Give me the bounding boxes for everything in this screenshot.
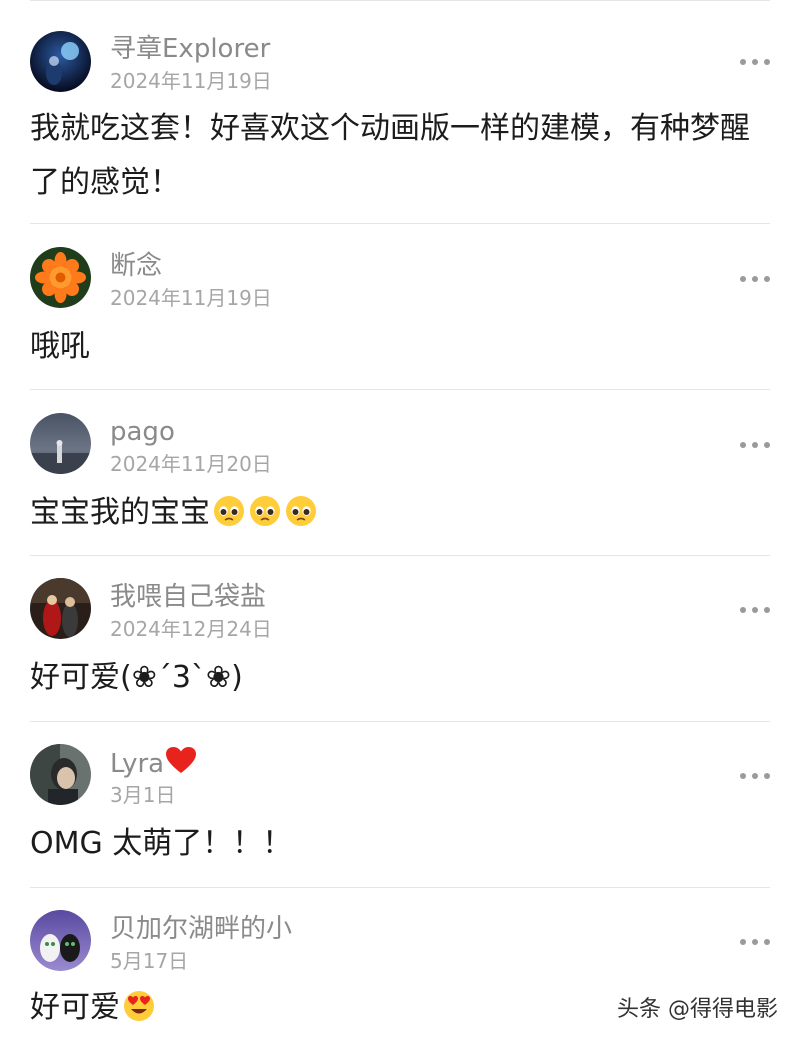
username[interactable]: pago — [110, 416, 175, 448]
comment-date: 2024年12月24日 — [110, 617, 272, 641]
username[interactable]: 寻章Explorer — [110, 33, 270, 65]
username[interactable]: 贝加尔湖畔的小 — [110, 913, 292, 945]
username[interactable]: Lyra — [110, 747, 197, 780]
avatar-image — [30, 910, 91, 971]
avatar[interactable] — [30, 31, 91, 92]
comment-date: 3月1日 — [110, 783, 176, 807]
avatar[interactable] — [30, 578, 91, 639]
comment-text: 宝宝我的宝宝 — [30, 486, 750, 540]
username-text: Lyra — [110, 749, 165, 779]
comment-date: 2024年11月20日 — [110, 452, 272, 476]
watermark: 头条 @得得电影 — [611, 989, 784, 1025]
comment-text: OMG 太萌了！！！ — [30, 826, 293, 861]
comment-text: 哦吼 — [30, 329, 90, 364]
more-options-icon[interactable] — [740, 769, 770, 783]
comment-date: 2024年11月19日 — [110, 69, 272, 93]
avatar-image — [30, 578, 91, 639]
comment-text-content: 宝宝我的宝宝 — [30, 495, 210, 530]
comment-item: 断念 2024年11月19日 哦吼 — [0, 224, 800, 390]
username[interactable]: 我喂自己袋盐 — [110, 581, 266, 613]
avatar-image — [30, 247, 91, 308]
more-options-icon[interactable] — [740, 272, 770, 286]
avatar[interactable] — [30, 744, 91, 805]
avatar[interactable] — [30, 247, 91, 308]
comment-text: 我就吃这套！好喜欢这个动画版一样的建模，有种梦醒了的感觉！ — [30, 111, 750, 200]
comment-item: 我喂自己袋盐 2024年12月24日 好可爱(❀´3`❀) — [0, 556, 800, 722]
avatar-image — [30, 413, 91, 474]
comment-date: 5月17日 — [110, 949, 189, 973]
comment-item: Lyra 3月1日 OMG 太萌了！！！ — [0, 722, 800, 888]
avatar-image — [30, 31, 91, 92]
username[interactable]: 断念 — [110, 250, 162, 282]
avatar[interactable] — [30, 413, 91, 474]
more-options-icon[interactable] — [740, 55, 770, 69]
comment-item: 寻章Explorer 2024年11月19日 我就吃这套！好喜欢这个动画版一样的… — [0, 0, 800, 224]
more-options-icon[interactable] — [740, 935, 770, 949]
pleading-face-emoji — [250, 496, 280, 526]
red-heart-emoji — [166, 747, 197, 773]
avatar-image — [30, 744, 91, 805]
more-options-icon[interactable] — [740, 603, 770, 617]
pleading-face-emoji — [286, 496, 316, 526]
comment-date: 2024年11月19日 — [110, 286, 272, 310]
comment-item: pago 2024年11月20日 宝宝我的宝宝 — [0, 390, 800, 556]
more-options-icon[interactable] — [740, 438, 770, 452]
comment-text-content: 好可爱 — [30, 990, 120, 1025]
pleading-face-emoji — [214, 496, 244, 526]
heart-eyes-emoji — [124, 991, 154, 1021]
comment-text: 好可爱(❀´3`❀) — [30, 660, 243, 695]
avatar[interactable] — [30, 910, 91, 971]
